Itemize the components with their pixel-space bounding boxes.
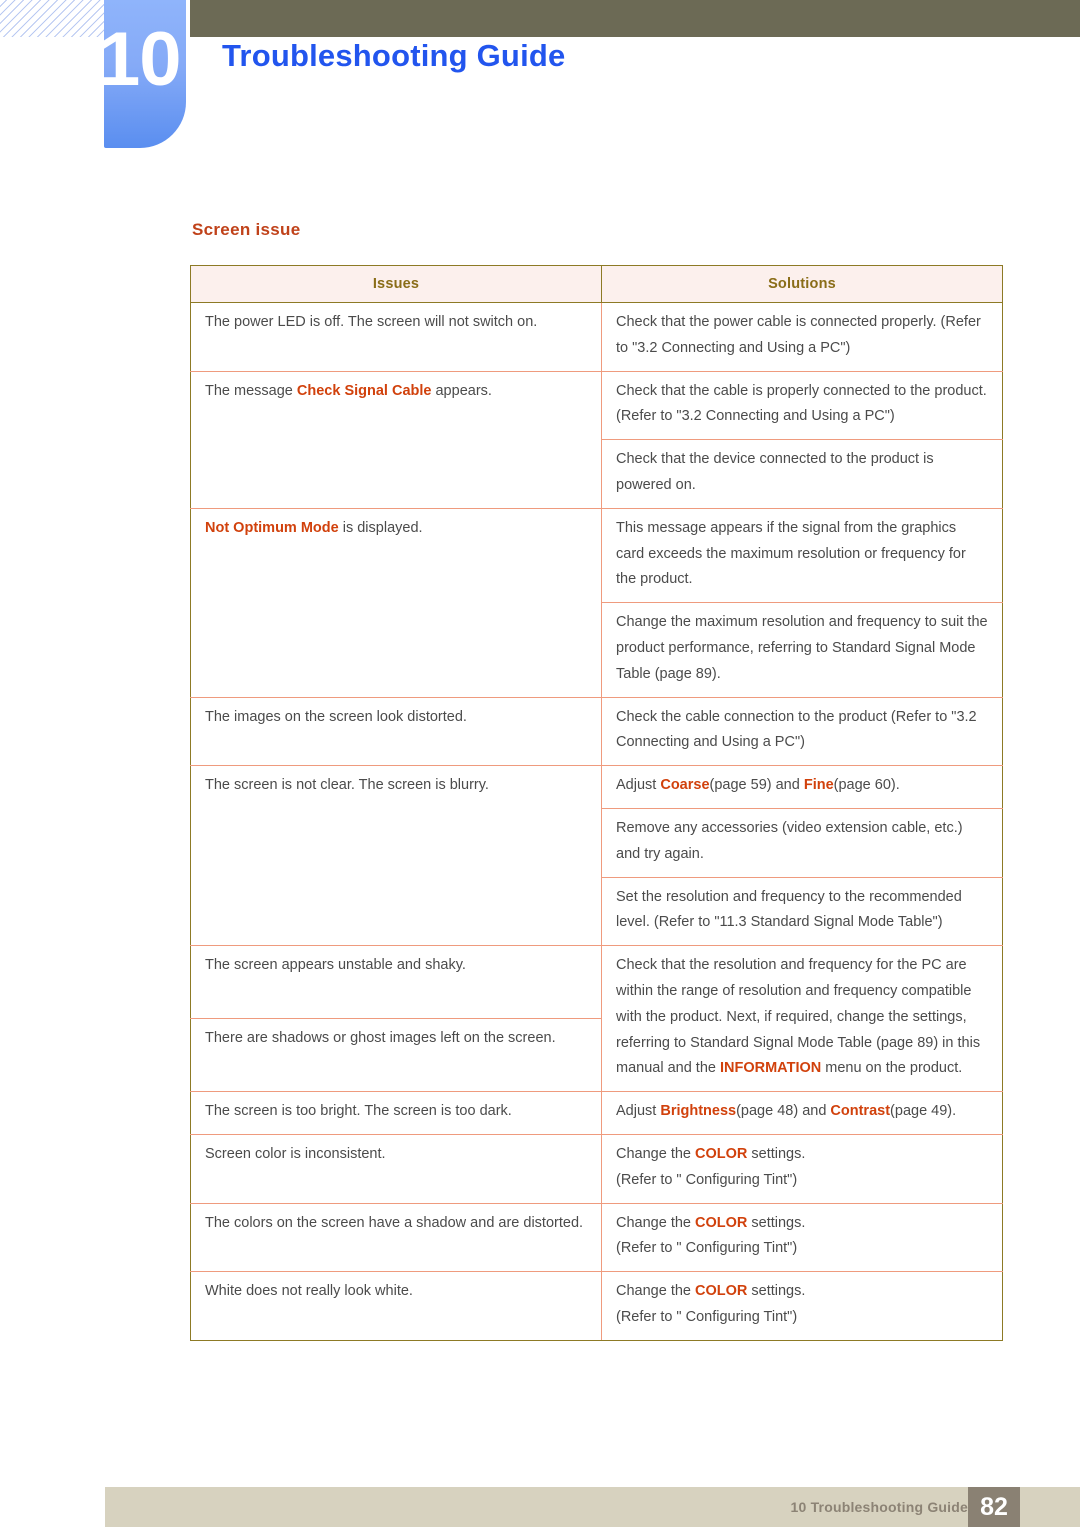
solution-text-prefix: Change the	[616, 1145, 696, 1162]
solution-highlight-color: COLOR	[695, 1283, 748, 1300]
footer-chapter-label: 10 Troubleshooting Guide	[790, 1499, 968, 1515]
solution-text-suffix: settings.	[747, 1145, 806, 1162]
solution-cell: Remove any accessories (video extension …	[601, 807, 1003, 878]
page-footer: 10 Troubleshooting Guide 82	[105, 1487, 1080, 1527]
troubleshooting-table: Issues Solutions The power LED is off. T…	[190, 265, 1003, 1341]
table-row: The screen is too bright. The screen is …	[190, 1091, 1003, 1135]
table-header-row: Issues Solutions	[190, 265, 1003, 303]
table-row: Not Optimum Mode is displayed. This mess…	[190, 507, 1003, 698]
page-title: Troubleshooting Guide	[222, 38, 566, 73]
solution-text-prefix: Adjust	[616, 777, 661, 794]
solution-text-prefix: Adjust	[616, 1103, 661, 1120]
solution-highlight-information: INFORMATION	[720, 1060, 822, 1077]
issue-cell: The screen appears unstable and shaky.	[190, 945, 602, 1020]
table-row: The screen is not clear. The screen is b…	[190, 765, 1003, 947]
solution-line-ref: (Refer to " Configuring Tint")	[616, 1308, 798, 1325]
issue-highlight: Check Signal Cable	[296, 382, 432, 399]
issue-cell: The screen is too bright. The screen is …	[190, 1091, 602, 1135]
solution-line: Change the COLOR settings.	[616, 1279, 988, 1305]
solution-text-suffix: (page 49).	[890, 1103, 957, 1120]
solution-cell: Adjust Coarse(page 59) and Fine(page 60)…	[601, 765, 1003, 809]
issue-text-suffix: is displayed.	[338, 519, 423, 536]
issue-highlight: Not Optimum Mode	[205, 519, 339, 536]
table-row: The images on the screen look distorted.…	[190, 696, 1003, 767]
page-number-badge: 82	[968, 1487, 1020, 1527]
solution-highlight-color: COLOR	[695, 1145, 748, 1162]
table-row: The screen appears unstable and shaky. C…	[190, 945, 1003, 1093]
olive-header-bar	[190, 0, 1080, 37]
solution-cell: Check that the resolution and frequency …	[601, 945, 1003, 1093]
solution-text-prefix: Change the	[616, 1283, 696, 1300]
table-row: The message Check Signal Cable appears. …	[190, 370, 1003, 509]
issue-text-prefix: The message	[205, 382, 297, 399]
solution-line-ref: (Refer to " Configuring Tint")	[616, 1240, 798, 1257]
solution-line: Change the COLOR settings.	[616, 1142, 988, 1168]
section-heading: Screen issue	[192, 220, 301, 239]
issue-cell: Not Optimum Mode is displayed.	[190, 507, 602, 698]
troubleshooting-table-wrapper: Issues Solutions The power LED is off. T…	[190, 265, 1003, 1341]
solution-cell: Change the COLOR settings. (Refer to " Co…	[601, 1271, 1003, 1341]
issue-cell: The screen is not clear. The screen is b…	[190, 765, 602, 947]
issue-cell: There are shadows or ghost images left o…	[190, 1018, 602, 1093]
table-row: White does not really look white. Change…	[190, 1271, 1003, 1341]
column-header-issues: Issues	[190, 265, 602, 303]
issue-cell: The power LED is off. The screen will no…	[190, 302, 602, 372]
solution-text-prefix: Change the	[616, 1214, 696, 1231]
issue-cell: The images on the screen look distorted.	[190, 696, 602, 767]
table-row: The power LED is off. The screen will no…	[190, 302, 1003, 372]
chapter-number: 10	[98, 17, 182, 102]
column-header-solutions: Solutions	[601, 265, 1003, 303]
page-header: 10 Troubleshooting Guide	[0, 0, 1080, 170]
issue-cell: The message Check Signal Cable appears.	[190, 370, 602, 509]
issue-cell: Screen color is inconsistent.	[190, 1133, 602, 1204]
solution-text-suffix: (page 60).	[833, 777, 900, 794]
solution-cell: Check the cable connection to the produc…	[601, 696, 1003, 767]
solution-cell: Adjust Brightness(page 48) and Contrast(…	[601, 1091, 1003, 1135]
solution-text-suffix: menu on the product.	[821, 1060, 963, 1077]
solution-cell: Check that the power cable is connected …	[601, 302, 1003, 372]
solution-highlight-coarse: Coarse	[660, 777, 710, 794]
solution-text-mid: (page 59) and	[709, 777, 804, 794]
issue-cell: White does not really look white.	[190, 1271, 602, 1341]
solution-cell: Change the COLOR settings. (Refer to " Co…	[601, 1133, 1003, 1204]
solution-cell: Set the resolution and frequency to the …	[601, 876, 1003, 947]
solution-text-prefix: Check that the resolution and frequency …	[616, 957, 981, 1077]
solution-highlight-brightness: Brightness	[660, 1103, 737, 1120]
solution-line-ref: (Refer to " Configuring Tint")	[616, 1171, 798, 1188]
solution-highlight-contrast: Contrast	[830, 1103, 891, 1120]
issue-cell: The colors on the screen have a shadow a…	[190, 1202, 602, 1273]
solution-cell: Check that the device connected to the p…	[601, 439, 1003, 509]
solution-cell: Change the COLOR settings. (Refer to " Co…	[601, 1202, 1003, 1273]
solution-text-mid: (page 48) and	[736, 1103, 831, 1120]
issue-text-suffix: appears.	[431, 382, 492, 399]
hatch-decoration	[0, 0, 106, 37]
solution-cell: Change the maximum resolution and freque…	[601, 602, 1003, 698]
solution-cell: Check that the cable is properly connect…	[601, 370, 1003, 441]
solution-line: Change the COLOR settings.	[616, 1211, 988, 1237]
table-row: The colors on the screen have a shadow a…	[190, 1202, 1003, 1273]
solution-highlight-color: COLOR	[695, 1214, 748, 1231]
solution-highlight-fine: Fine	[803, 777, 834, 794]
table-row: Screen color is inconsistent. Change the…	[190, 1133, 1003, 1204]
solution-text-suffix: settings.	[747, 1283, 806, 1300]
solution-text-suffix: settings.	[747, 1214, 806, 1231]
solution-cell: This message appears if the signal from …	[601, 507, 1003, 604]
